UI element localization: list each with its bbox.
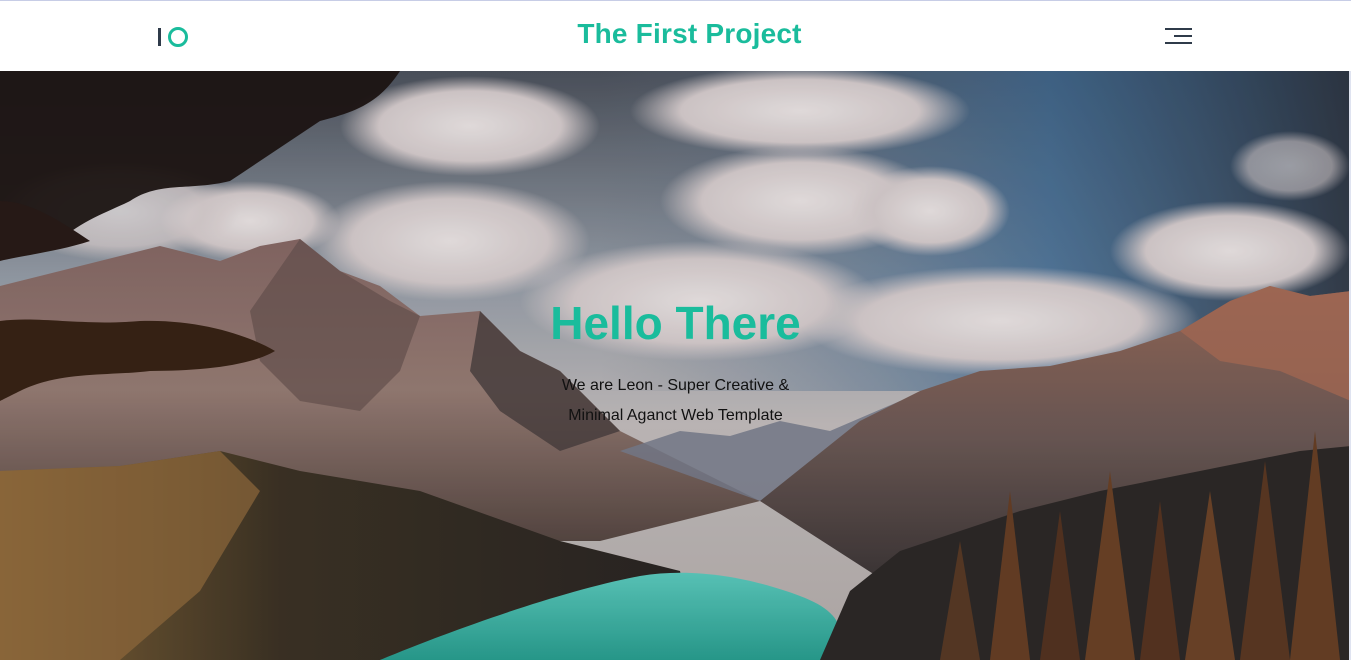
hamburger-menu-button[interactable] bbox=[1165, 28, 1192, 44]
page: The First Project Hello There We are Leo… bbox=[0, 0, 1351, 660]
menu-line-icon bbox=[1165, 42, 1192, 44]
hero-title: Hello There bbox=[550, 297, 801, 349]
hero-section: Hello There We are Leon - Super Creative… bbox=[0, 71, 1351, 660]
site-title: The First Project bbox=[577, 18, 802, 49]
menu-line-icon bbox=[1174, 35, 1192, 37]
site-header: The First Project bbox=[0, 0, 1351, 71]
menu-line-icon bbox=[1165, 28, 1192, 30]
hero-content: Hello There We are Leon - Super Creative… bbox=[0, 297, 1351, 431]
hero-subtitle: We are Leon - Super Creative & Minimal A… bbox=[561, 377, 790, 424]
